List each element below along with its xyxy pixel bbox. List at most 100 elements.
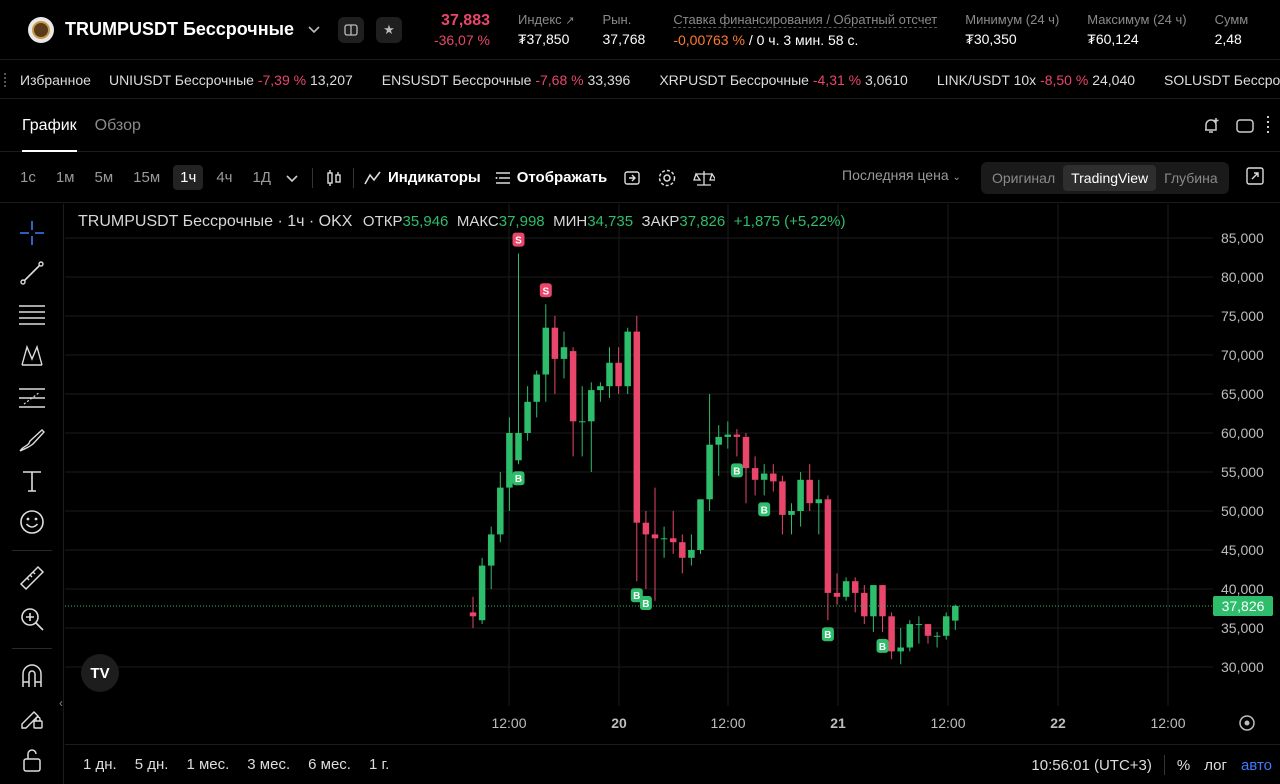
range-5d[interactable]: 5 дн.	[135, 756, 169, 773]
candlestick-chart[interactable]: 85,000 80,000 75,000 70,000 65,000 60,000 55,0…	[65, 204, 1280, 744]
range-1m[interactable]: 1 мес.	[186, 756, 229, 773]
x-tick-label: 12:00	[710, 715, 745, 731]
timeframe-1m[interactable]: 1м	[49, 165, 82, 190]
x-tick-label: 12:00	[491, 715, 526, 731]
y-tick-label: 65,000	[1221, 386, 1264, 402]
chevron-down-icon: ⌄	[952, 172, 961, 183]
stat-funding-value: -0,00763 % / 0 ч. 3 мин. 58 с.	[673, 31, 859, 48]
timeframe-1h[interactable]: 1ч	[173, 165, 204, 190]
replay-icon[interactable]	[623, 169, 641, 187]
log-toggle[interactable]: лог	[1204, 757, 1227, 774]
candle-type-icon[interactable]	[325, 169, 343, 187]
candle-body	[906, 624, 914, 648]
indicators-label: Индикаторы	[388, 169, 481, 186]
candle-body	[679, 542, 686, 558]
emoji-icon[interactable]	[16, 506, 48, 538]
stat-mark-label: Рын.	[602, 12, 632, 27]
favorite-item[interactable]: LINK/USDT 10x -8,50 % 24,040	[937, 72, 1135, 88]
trend-line-icon[interactable]	[16, 257, 48, 289]
book-icon[interactable]	[337, 16, 364, 43]
lock-drawings-icon[interactable]	[16, 701, 48, 733]
divider	[12, 648, 52, 649]
legend-close-label: ЗАКР	[641, 213, 680, 230]
range-1y[interactable]: 1 г.	[369, 756, 389, 773]
display-button[interactable]: Отображать	[495, 169, 607, 186]
token-logo	[28, 16, 54, 43]
favorite-item[interactable]: UNIUSDT Бессрочные -7,39 % 13,207	[109, 72, 353, 88]
fullscreen-icon[interactable]	[1246, 167, 1264, 188]
price-block: 37,883 -36,07 %	[424, 12, 490, 48]
add-alert-icon[interactable]	[1194, 109, 1228, 143]
candle-body	[888, 616, 895, 652]
brush-icon[interactable]	[16, 424, 48, 456]
favorites-label[interactable]: Избранное	[20, 72, 91, 88]
timeframe-1d[interactable]: 1Д	[246, 165, 279, 190]
view-tradingview[interactable]: TradingView	[1063, 165, 1157, 191]
view-depth[interactable]: Глубина	[1156, 165, 1225, 191]
auto-toggle[interactable]: авто	[1241, 757, 1272, 774]
candle-body	[933, 635, 941, 637]
clock[interactable]: 10:56:01 (UTC+3)	[1031, 757, 1151, 774]
candle-body	[487, 534, 495, 566]
favorite-item[interactable]: SOLUSDT Бессрочные	[1164, 72, 1280, 88]
favorite-item[interactable]: ENSUSDT Бессрочные -7,68 % 33,396	[382, 72, 631, 88]
timeframe-5m[interactable]: 5м	[88, 165, 121, 190]
chevron-down-icon[interactable]	[308, 23, 320, 37]
candle-body	[642, 522, 650, 535]
x-tick-label: 12:00	[1150, 715, 1185, 731]
view-original[interactable]: Оригинал	[984, 165, 1063, 191]
external-link-icon[interactable]: ↗	[565, 15, 574, 27]
tradingview-logo[interactable]: TV	[81, 654, 119, 692]
range-1d[interactable]: 1 дн.	[83, 756, 117, 773]
price-source-select[interactable]: Последняя цена ⌄	[842, 167, 961, 183]
percent-toggle[interactable]: %	[1177, 757, 1190, 774]
x-tick-label: 22	[1050, 715, 1066, 731]
range-bar: 1 дн. 5 дн. 1 мес. 3 мес. 6 мес. 1 г. 10…	[65, 744, 1280, 784]
pattern-icon[interactable]	[16, 340, 48, 372]
chevron-down-icon[interactable]	[286, 170, 298, 186]
candle-body	[715, 436, 722, 445]
y-tick-label: 35,000	[1221, 620, 1264, 636]
legend-high: 37,998	[498, 213, 545, 230]
x-tick-label: 12:00	[930, 715, 965, 731]
legend-low-label: МИН	[553, 213, 588, 230]
unlock-icon[interactable]	[16, 744, 48, 776]
y-tick-label: 85,000	[1221, 230, 1264, 246]
crosshair-icon[interactable]	[16, 217, 48, 249]
chart-area[interactable]: 85,000 80,000 75,000 70,000 65,000 60,000 55,0…	[59, 204, 1280, 744]
timeframe-1s[interactable]: 1с	[13, 165, 43, 190]
candle-body	[533, 374, 540, 402]
tab-overview[interactable]: Обзор	[95, 100, 141, 152]
horizontal-lines-icon[interactable]	[16, 299, 48, 331]
text-icon[interactable]	[16, 465, 48, 497]
favorite-item[interactable]: XRPUSDT Бессрочные -4,31 % 3,0610	[659, 72, 908, 88]
stat-volume: Сумм 2,48	[1215, 12, 1251, 47]
star-icon[interactable]: ★	[375, 16, 402, 43]
zoom-in-icon[interactable]	[16, 603, 48, 635]
stat-funding-label[interactable]: Ставка финансирования / Обратный отсчет	[673, 12, 938, 28]
layout-icon[interactable]	[1228, 109, 1262, 143]
stat-mark-value: 37,768	[602, 31, 646, 47]
range-6m[interactable]: 6 мес.	[308, 756, 351, 773]
drag-handle-icon[interactable]	[4, 72, 6, 87]
y-tick-label: 75,000	[1221, 308, 1264, 324]
stat-low-value: ₮30,350	[965, 31, 1017, 47]
stat-index: Индекс ↗ ₮37,850	[518, 12, 575, 47]
favorites-bar: Избранное UNIUSDT Бессрочные -7,39 % 13,…	[0, 61, 1280, 99]
magnet-icon[interactable]	[16, 660, 48, 692]
gear-icon[interactable]	[657, 168, 677, 188]
more-icon[interactable]	[1258, 109, 1278, 143]
collapse-toolbar-icon[interactable]: ‹	[59, 696, 63, 710]
symbol-title[interactable]: TRUMPUSDT Бессрочные	[65, 19, 294, 40]
tab-chart[interactable]: График	[22, 100, 77, 152]
range-3m[interactable]: 3 мес.	[247, 756, 290, 773]
ruler-icon[interactable]	[16, 562, 48, 594]
candle-body	[497, 487, 504, 535]
scale-icon[interactable]	[693, 169, 716, 187]
candle-body	[751, 468, 759, 480]
fib-icon[interactable]	[16, 382, 48, 414]
stat-volume-value: 2,48	[1214, 31, 1242, 47]
indicators-button[interactable]: Индикаторы	[364, 169, 481, 186]
timeframe-15m[interactable]: 15м	[126, 165, 167, 190]
timeframe-4h[interactable]: 4ч	[209, 165, 239, 190]
